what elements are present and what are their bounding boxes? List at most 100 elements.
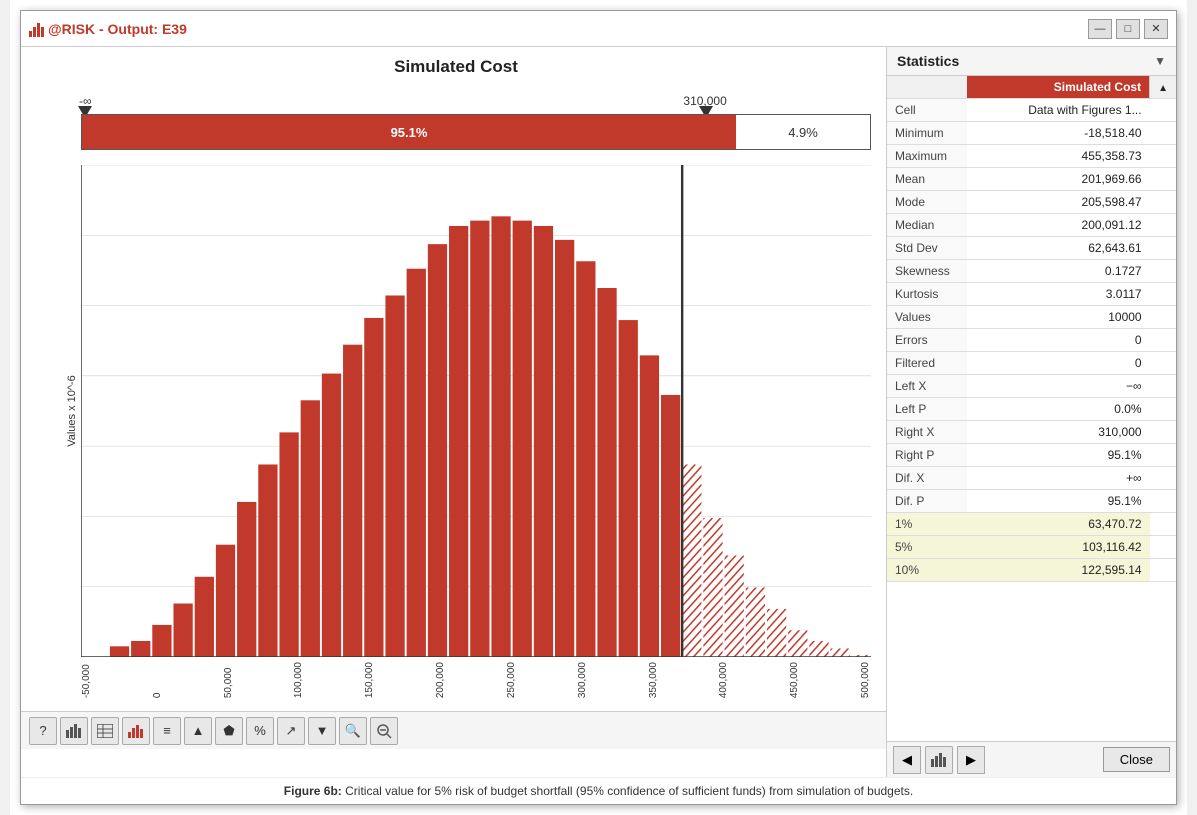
title-bar-left: @RISK - Output: E39	[29, 21, 187, 37]
stats-next-button[interactable]: ▶	[957, 746, 985, 774]
chart-title: Simulated Cost	[31, 57, 881, 77]
statistics-table-wrapper: Simulated Cost ▲ Cell Data with Figures …	[887, 76, 1176, 741]
title-bar: @RISK - Output: E39 — □ ✕	[21, 11, 1176, 47]
statistics-dropdown[interactable]: ▼	[1154, 54, 1166, 68]
median-label: Median	[887, 214, 967, 237]
stat-row-median: Median 200,091.12	[887, 214, 1176, 237]
caption-text: Critical value for 5% risk of budget sho…	[345, 784, 913, 798]
statistics-table: Simulated Cost ▲ Cell Data with Figures …	[887, 76, 1176, 582]
pct1-label: 1%	[887, 513, 967, 536]
histogram-svg: 0 1 2 3 4 5 6 7	[81, 165, 871, 657]
mode-label: Mode	[887, 191, 967, 214]
window-controls[interactable]: — □ ✕	[1088, 19, 1168, 39]
percent-button[interactable]: %	[246, 717, 274, 745]
difx-value: +∞	[967, 467, 1150, 490]
skewness-value: 0.1727	[967, 260, 1150, 283]
difp-label: Dif. P	[887, 490, 967, 513]
probability-band: 95.1% 4.9%	[81, 114, 871, 150]
stat-row-values: Values 10000	[887, 306, 1176, 329]
mean-value: 201,969.66	[967, 168, 1150, 191]
histogram-button[interactable]	[122, 717, 150, 745]
maximum-value: 455,358.73	[967, 145, 1150, 168]
x-label-10: 400,000	[718, 662, 729, 698]
errors-label: Errors	[887, 329, 967, 352]
filtered-label: Filtered	[887, 352, 967, 375]
close-window-button[interactable]: ✕	[1144, 19, 1168, 39]
x-label-2: 0	[152, 662, 163, 698]
median-value: 200,091.12	[967, 214, 1150, 237]
minimize-button[interactable]: —	[1088, 19, 1112, 39]
toolbar-icons: ? ≡ ▲ ⬟ % ↗	[29, 717, 398, 745]
statistics-panel: Statistics ▼ Simulated Cost ▲	[886, 47, 1176, 777]
stat-row-kurtosis: Kurtosis 3.0117	[887, 283, 1176, 306]
stat-row-leftp: Left P 0.0%	[887, 398, 1176, 421]
pct5-value: 103,116.42	[967, 536, 1150, 559]
statistics-title: Statistics	[897, 53, 959, 69]
scroll-up-arrow[interactable]: ▲	[1158, 83, 1168, 94]
x-label-7: 250,000	[506, 662, 517, 698]
values-value: 10000	[967, 306, 1150, 329]
caption-bold: Figure 6b:	[284, 784, 342, 798]
x-label-6: 200,000	[435, 662, 446, 698]
leftp-value: 0.0%	[967, 398, 1150, 421]
scatter-button[interactable]: ⬟	[215, 717, 243, 745]
stat-row-filtered: Filtered 0	[887, 352, 1176, 375]
stats-button[interactable]: ≡	[153, 717, 181, 745]
zoom-out-button[interactable]	[370, 717, 398, 745]
trend-button[interactable]: ↗	[277, 717, 305, 745]
x-label-11: 450,000	[789, 662, 800, 698]
x-label-3: 50,000	[223, 662, 234, 698]
chart-toolbar: ? ≡ ▲ ⬟ % ↗	[21, 711, 886, 749]
x-label-9: 350,000	[648, 662, 659, 698]
chart-area: Simulated Cost -∞ 310,000	[21, 47, 886, 777]
y-axis-label: Values x 10^-6	[66, 375, 78, 447]
stat-row-rightp: Right P 95.1%	[887, 444, 1176, 467]
kurtosis-value: 3.0117	[967, 283, 1150, 306]
zoom-in-button[interactable]: 🔍	[339, 717, 367, 745]
rightx-value: 310,000	[967, 421, 1150, 444]
pct10-value: 122,595.14	[967, 559, 1150, 582]
leftx-label: Left X	[887, 375, 967, 398]
stat-row-rightx: Right X 310,000	[887, 421, 1176, 444]
band-left: 95.1%	[82, 115, 736, 149]
stat-row-leftx: Left X −∞	[887, 375, 1176, 398]
application-window: @RISK - Output: E39 — □ ✕ Simulated Cost…	[20, 10, 1177, 805]
stat-row-1pct: 1% 63,470.72	[887, 513, 1176, 536]
difx-label: Dif. X	[887, 467, 967, 490]
stat-row-skewness: Skewness 0.1727	[887, 260, 1176, 283]
x-label-1: -50,000	[81, 662, 92, 698]
histogram-container: -∞ 310,000 95.1% 4.9%	[81, 90, 871, 707]
skewness-label: Skewness	[887, 260, 967, 283]
stat-row-errors: Errors 0	[887, 329, 1176, 352]
stat-row-maximum: Maximum 455,358.73	[887, 145, 1176, 168]
stats-prev-button[interactable]: ◀	[893, 746, 921, 774]
col-header-simcost: Simulated Cost	[967, 76, 1150, 99]
pct10-label: 10%	[887, 559, 967, 582]
close-button[interactable]: Close	[1103, 747, 1170, 772]
stats-chart-button[interactable]	[925, 746, 953, 774]
table-button[interactable]	[91, 717, 119, 745]
cell-label: Cell	[887, 99, 967, 122]
filtered-value: 0	[967, 352, 1150, 375]
histogram-chart: Values x 10^-6	[81, 165, 871, 657]
kurtosis-label: Kurtosis	[887, 283, 967, 306]
x-label-5: 150,000	[364, 662, 375, 698]
help-button[interactable]: ?	[29, 717, 57, 745]
stat-row-difp: Dif. P 95.1%	[887, 490, 1176, 513]
maximum-label: Maximum	[887, 145, 967, 168]
x-label-12: 500,000	[860, 662, 871, 698]
logo-icon	[29, 21, 44, 37]
x-label-8: 300,000	[577, 662, 588, 698]
rightp-value: 95.1%	[967, 444, 1150, 467]
stat-row-mode: Mode 205,598.47	[887, 191, 1176, 214]
stat-row-stddev: Std Dev 62,643.61	[887, 237, 1176, 260]
bar-chart-button[interactable]	[60, 717, 88, 745]
stddev-label: Std Dev	[887, 237, 967, 260]
values-label: Values	[887, 306, 967, 329]
rightx-label: Right X	[887, 421, 967, 444]
filter-button[interactable]: ▼	[308, 717, 336, 745]
leftp-label: Left P	[887, 398, 967, 421]
maximize-button[interactable]: □	[1116, 19, 1140, 39]
stat-row-10pct: 10% 122,595.14	[887, 559, 1176, 582]
tornado-button[interactable]: ▲	[184, 717, 212, 745]
